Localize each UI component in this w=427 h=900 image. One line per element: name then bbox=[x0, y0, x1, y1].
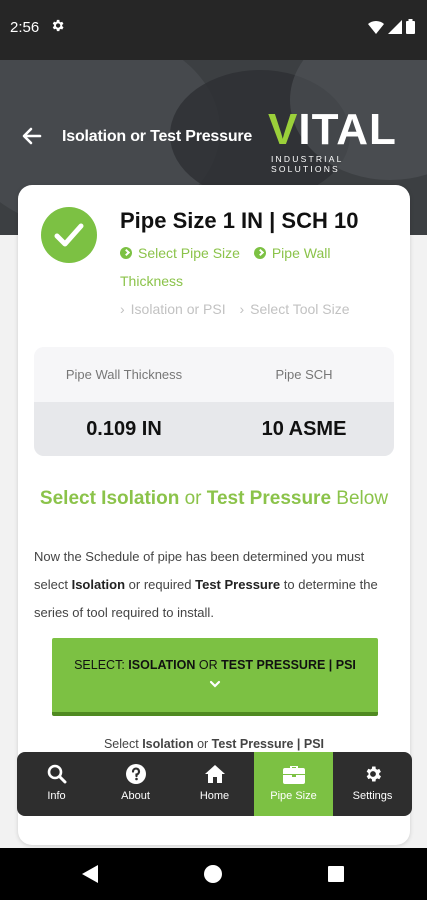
step-select-tool-size: › Select Tool Size bbox=[239, 301, 350, 317]
table-value-row: 0.109 IN 10 ASME bbox=[34, 402, 394, 456]
logo-subtitle: INDUSTRIAL SOLUTIONS bbox=[271, 154, 344, 174]
chevron-right-icon: › bbox=[120, 301, 125, 317]
chevron-right-icon: › bbox=[239, 301, 245, 317]
home-icon bbox=[204, 765, 225, 783]
help-icon bbox=[125, 764, 146, 784]
step-select-pipe-size[interactable]: Select Pipe Size bbox=[120, 245, 240, 261]
settings-gear-icon bbox=[52, 19, 64, 32]
system-nav-bar bbox=[0, 848, 427, 900]
nav-info-label: Info bbox=[47, 790, 66, 802]
pipe-info-table: Pipe Wall Thickness Pipe SCH 0.109 IN 10… bbox=[34, 347, 394, 456]
check-dot-icon bbox=[120, 247, 132, 259]
nav-pipe-size[interactable]: Pipe Size bbox=[254, 752, 333, 816]
gear-icon bbox=[366, 766, 381, 782]
select-isolation-button[interactable]: SELECT: ISOLATION OR TEST PRESSURE | PSI bbox=[52, 638, 378, 716]
card-title: Pipe Size 1 IN | SCH 10 bbox=[120, 208, 359, 233]
chevron-down-icon bbox=[209, 680, 221, 688]
nav-settings[interactable]: Settings bbox=[333, 752, 412, 816]
logo-word-rest: ITAL bbox=[298, 105, 397, 154]
bottom-nav: Info About Home Pipe Size Settings bbox=[17, 752, 412, 816]
value-wall-thickness: 0.109 IN bbox=[86, 417, 162, 440]
nav-about-label: About bbox=[121, 790, 150, 802]
toolbox-icon bbox=[282, 766, 305, 784]
nav-about[interactable]: About bbox=[96, 752, 175, 816]
nav-home-label: Home bbox=[199, 790, 230, 802]
select-button-label: SELECT: ISOLATION OR TEST PRESSURE | PSI bbox=[74, 658, 356, 672]
home-circle-icon[interactable] bbox=[204, 865, 222, 883]
vital-logo: VITAL INDUSTRIAL SOLUTIONS bbox=[268, 105, 413, 175]
pipe-size-card: Pipe Size 1 IN | SCH 10 Select Pipe Size… bbox=[18, 185, 410, 845]
back-arrow-icon[interactable] bbox=[20, 124, 44, 148]
nav-info[interactable]: Info bbox=[17, 752, 96, 816]
logo-v: V bbox=[268, 105, 299, 154]
value-pipe-sch: 10 ASME bbox=[261, 417, 347, 440]
status-bar: 2:56 bbox=[0, 0, 427, 60]
battery-icon bbox=[406, 19, 415, 34]
description-text: Now the Schedule of pipe has been determ… bbox=[34, 549, 378, 620]
recents-square-icon[interactable] bbox=[328, 866, 344, 882]
nav-pipe-size-label: Pipe Size bbox=[270, 790, 317, 802]
select-heading: Select Isolation or Test Pressure Below bbox=[39, 488, 389, 509]
page-title: Isolation or Test Pressure bbox=[62, 128, 253, 145]
nav-settings-label: Settings bbox=[352, 790, 393, 802]
back-triangle-icon[interactable] bbox=[82, 865, 98, 883]
header-wall-thickness: Pipe Wall Thickness bbox=[65, 367, 183, 382]
table-header-row: Pipe Wall Thickness Pipe SCH bbox=[34, 347, 394, 402]
check-circle-icon bbox=[41, 207, 97, 263]
wifi-icon bbox=[368, 20, 384, 34]
status-icons bbox=[368, 19, 415, 34]
step-isolation-or-psi: › Isolation or PSI bbox=[120, 301, 226, 317]
status-time: 2:56 bbox=[10, 19, 40, 36]
progress-steps: Select Pipe Size Pipe Wall Thickness › Is… bbox=[120, 239, 395, 323]
search-icon bbox=[47, 764, 66, 784]
header-pipe-sch: Pipe SCH bbox=[275, 367, 333, 382]
check-dot-icon bbox=[253, 247, 266, 259]
select-hint-text: Select Isolation or Test Pressure | PSI bbox=[103, 737, 325, 751]
nav-home[interactable]: Home bbox=[175, 752, 254, 816]
signal-icon bbox=[388, 19, 402, 34]
